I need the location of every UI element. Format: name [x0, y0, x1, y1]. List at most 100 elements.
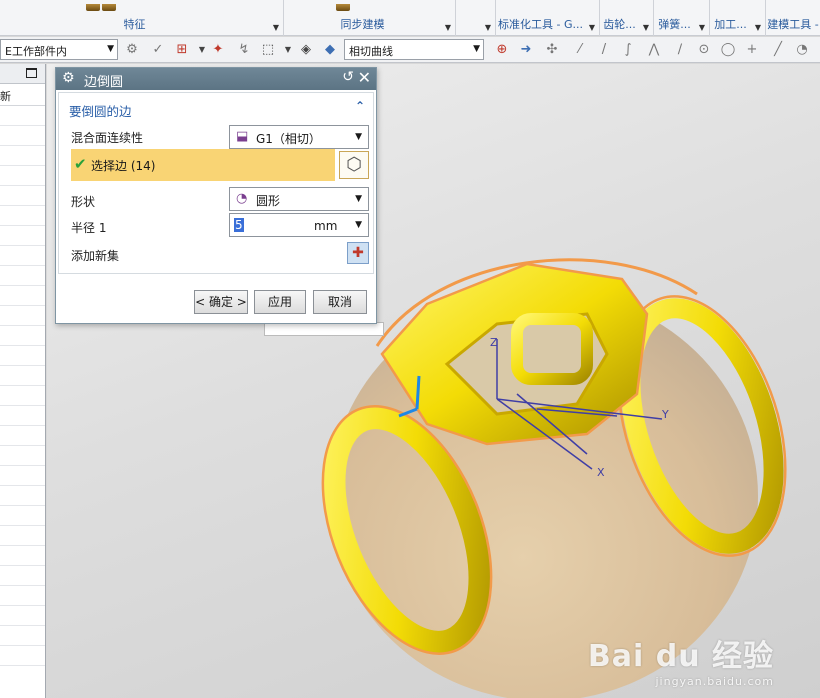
navigator-row[interactable]: [0, 306, 45, 326]
dropdown-arrow-icon[interactable]: ▼: [699, 23, 705, 32]
radius-value[interactable]: 5: [234, 218, 244, 232]
navigator-row[interactable]: [0, 406, 45, 426]
dialog-title: 边倒圆: [84, 75, 124, 90]
navigator-row[interactable]: [0, 106, 45, 126]
navigator-row[interactable]: [0, 626, 45, 646]
navigator-row[interactable]: [0, 486, 45, 506]
ribbon-bar: 特征 ▼ 同步建模 ▼ ▼ 标准化工具 - G... ▼ 齿轮... ▼ 弹簧.…: [0, 0, 820, 36]
eraser-icon[interactable]: ◈: [298, 42, 314, 58]
mid-point-icon[interactable]: /: [596, 42, 612, 58]
rectangle-select-icon[interactable]: ⬚: [260, 42, 276, 58]
navigator-row[interactable]: [0, 226, 45, 246]
gear-icon[interactable]: ⚙: [62, 70, 75, 86]
ribbon-group-gear[interactable]: 齿轮... ▼: [600, 0, 654, 36]
dropdown-arrow-icon[interactable]: ▼: [355, 220, 362, 230]
navigator-row[interactable]: [0, 266, 45, 286]
close-icon[interactable]: ✕: [358, 68, 371, 87]
dropdown-arrow-icon[interactable]: ▼: [273, 23, 279, 32]
dropdown-arrow-icon: ▼: [107, 44, 114, 54]
dropdown-arrow-icon[interactable]: ▼: [194, 42, 210, 58]
dropdown-arrow-icon[interactable]: ▼: [485, 23, 491, 32]
maximize-icon[interactable]: [26, 68, 37, 78]
navigator-row[interactable]: [0, 326, 45, 346]
arc-center-icon[interactable]: ⊙: [696, 42, 712, 58]
ribbon-group-sync-modeling[interactable]: 同步建模 ▼: [284, 0, 456, 36]
navigator-row[interactable]: [0, 386, 45, 406]
navigator-row[interactable]: [0, 126, 45, 146]
navigator-row[interactable]: [0, 546, 45, 566]
navigator-row[interactable]: [0, 466, 45, 486]
ribbon-group-standard-tools[interactable]: 标准化工具 - G... ▼: [496, 0, 600, 36]
chevron-up-icon[interactable]: ⌃: [355, 99, 365, 113]
add-new-set-button[interactable]: ✚: [347, 242, 369, 264]
dropdown-arrow-icon: ▼: [473, 44, 480, 54]
ok-button[interactable]: < 确定 >: [194, 290, 248, 314]
ribbon-group-spring[interactable]: 弹簧... ▼: [654, 0, 710, 36]
shape-value: 圆形: [256, 194, 281, 208]
curve-rule-combo[interactable]: 相切曲线 ▼: [344, 39, 484, 60]
snap-icon[interactable]: ⚙: [124, 42, 140, 58]
dropdown-arrow-icon[interactable]: ▼: [755, 23, 761, 32]
dropdown-arrow-icon[interactable]: ▼: [589, 23, 595, 32]
navigator-row[interactable]: [0, 446, 45, 466]
part-navigator: 新: [0, 64, 46, 698]
continuity-icon: ⬓: [236, 129, 249, 144]
center-icon[interactable]: ∕: [672, 42, 688, 58]
ribbon-group-machining[interactable]: 加工... ▼: [710, 0, 766, 36]
continuity-value: G1（相切）: [256, 132, 321, 146]
edge-blend-dialog: ⚙ 边倒圆 ↺ ✕ 要倒圆的边 ⌃ 混合面连续性 ⬓ G1（相切） ▼ ✔ 选择…: [55, 67, 377, 324]
follow-fillet-icon[interactable]: ➜: [518, 42, 534, 58]
navigator-row[interactable]: [0, 606, 45, 626]
dropdown-arrow-icon[interactable]: ▼: [643, 23, 649, 32]
continuity-combo[interactable]: ⬓ G1（相切） ▼: [229, 125, 369, 149]
csys-arrow-z[interactable]: [415, 375, 421, 410]
cancel-button[interactable]: 取消: [313, 290, 367, 314]
point-on-face-icon[interactable]: ◔: [794, 42, 810, 58]
stop-at-intersection-icon[interactable]: ⊕: [494, 42, 510, 58]
ribbon-group-feature[interactable]: 特征 ▼: [0, 0, 284, 36]
dropdown-arrow-icon[interactable]: ▼: [280, 42, 296, 58]
mini-toolbar[interactable]: [264, 322, 384, 336]
navigator-row[interactable]: [0, 366, 45, 386]
navigator-row[interactable]: [0, 146, 45, 166]
ribbon-group-label: 同步建模: [340, 18, 385, 31]
navigator-row[interactable]: [0, 346, 45, 366]
snap-grid-icon[interactable]: ✣: [544, 42, 560, 58]
navigator-row[interactable]: [0, 526, 45, 546]
select-edge-row[interactable]: ✔ 选择边 (14): [71, 149, 335, 181]
end-point-icon[interactable]: ⁄: [572, 42, 588, 58]
point-on-curve-icon[interactable]: ╱: [770, 42, 786, 58]
existing-point-icon[interactable]: +: [744, 42, 760, 58]
select-edge-button[interactable]: ⬡: [339, 151, 369, 179]
shape-combo[interactable]: ◔ 圆形 ▼: [229, 187, 369, 211]
radius-input[interactable]: 5 mm ▼: [229, 213, 369, 237]
navigator-row[interactable]: [0, 246, 45, 266]
dropdown-arrow-icon[interactable]: ▼: [445, 23, 451, 32]
selection-scope-combo[interactable]: E工作部件内 ▼: [0, 39, 118, 60]
ribbon-group-more[interactable]: ▼: [456, 0, 496, 36]
navigator-row[interactable]: [0, 566, 45, 586]
snap-point-icon[interactable]: ✦: [210, 42, 226, 58]
lasso-icon[interactable]: ↯: [236, 42, 252, 58]
axis-z-label: Z: [490, 336, 498, 349]
navigator-row[interactable]: [0, 426, 45, 446]
navigator-row[interactable]: [0, 646, 45, 666]
filter-icon[interactable]: ✓: [150, 42, 166, 58]
navigator-row[interactable]: [0, 506, 45, 526]
navigator-row[interactable]: [0, 206, 45, 226]
combo-value: 相切曲线: [349, 45, 393, 58]
intersection-icon[interactable]: ⋀: [646, 42, 662, 58]
dialog-body: 要倒圆的边 ⌃ 混合面连续性 ⬓ G1（相切） ▼ ✔ 选择边 (14) ⬡ 形…: [58, 92, 374, 274]
solid-cube-icon[interactable]: ◆: [322, 42, 338, 58]
apply-button[interactable]: 应用: [254, 290, 306, 314]
reset-icon[interactable]: ↺: [342, 69, 354, 85]
navigator-row[interactable]: [0, 166, 45, 186]
ribbon-group-modeling-tools[interactable]: 建模工具 -: [766, 0, 820, 36]
navigator-row[interactable]: [0, 586, 45, 606]
navigator-row[interactable]: [0, 186, 45, 206]
dialog-titlebar[interactable]: ⚙ 边倒圆 ↺ ✕: [56, 68, 376, 90]
quadrant-icon[interactable]: ◯: [720, 42, 736, 58]
select-feature-icon[interactable]: ⊞: [174, 42, 190, 58]
control-point-icon[interactable]: ∫: [620, 42, 636, 58]
navigator-row[interactable]: [0, 286, 45, 306]
